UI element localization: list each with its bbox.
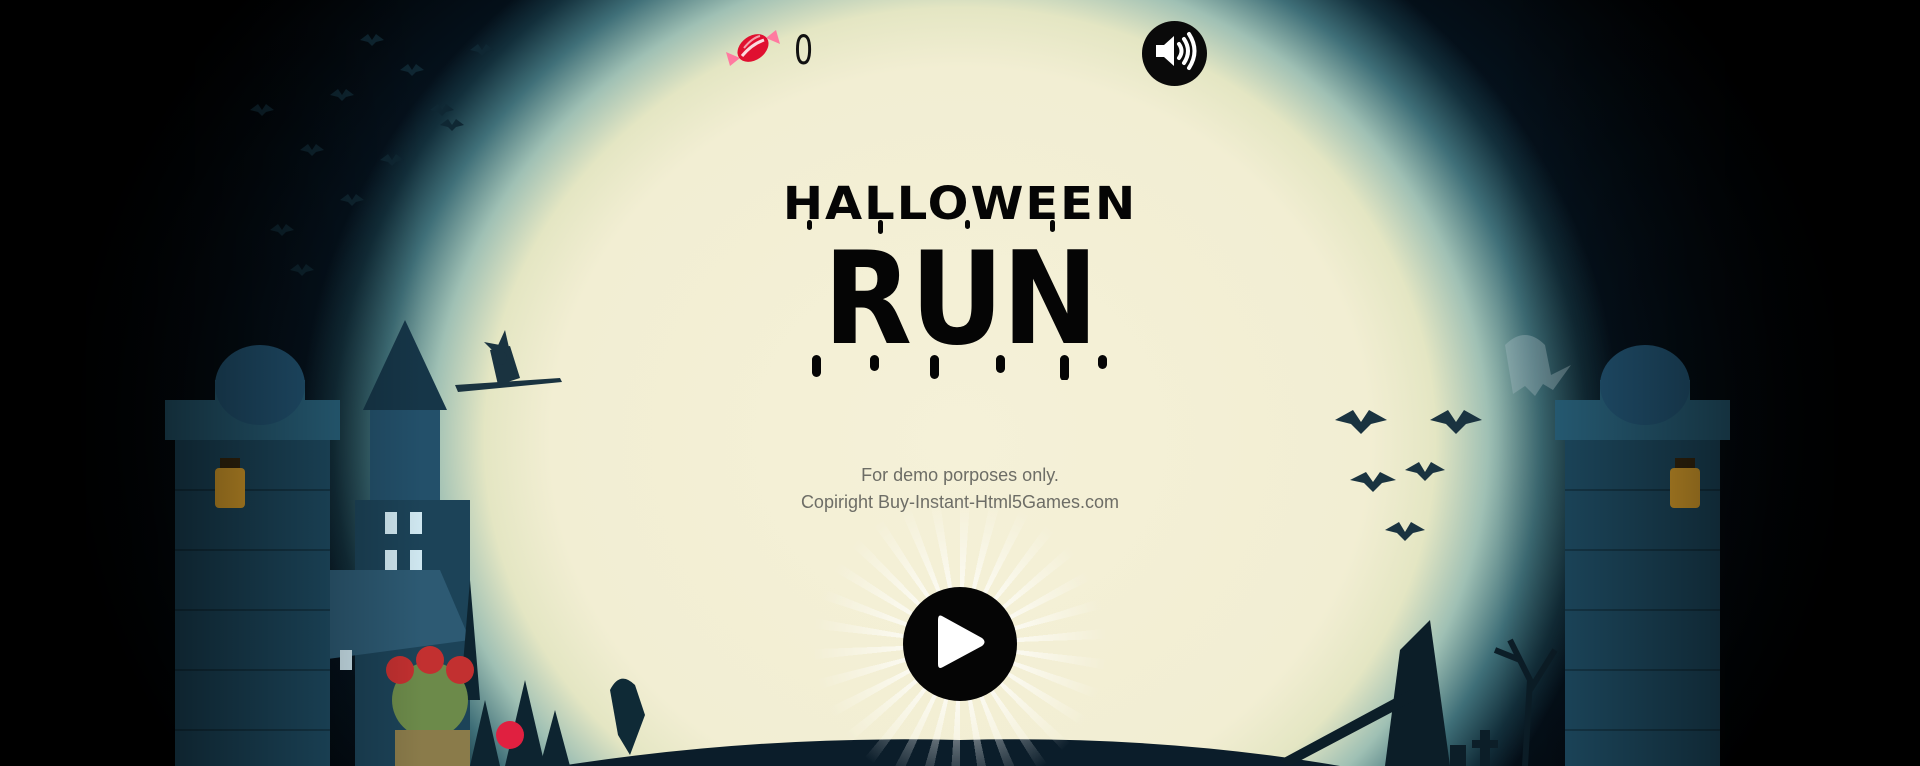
executioner-icon bbox=[1280, 620, 1450, 766]
bats-right-icon bbox=[1335, 410, 1482, 541]
candy-counter: 0 bbox=[724, 22, 819, 79]
gate-pillar-left bbox=[165, 345, 340, 766]
bats-flock-left-icon bbox=[250, 34, 494, 276]
speaker-on-icon bbox=[1152, 31, 1198, 76]
sound-toggle-button[interactable] bbox=[1142, 21, 1207, 86]
dead-tree bbox=[1493, 638, 1558, 766]
play-button[interactable] bbox=[903, 587, 1017, 701]
gate-pillar-right bbox=[1555, 345, 1730, 766]
gravestones bbox=[1450, 730, 1498, 766]
clown-icon bbox=[386, 646, 524, 766]
demo-notice-line: For demo porposes only. bbox=[861, 465, 1059, 485]
play-icon bbox=[930, 610, 990, 679]
witch-icon bbox=[455, 330, 562, 392]
reaper-icon bbox=[610, 678, 645, 755]
game-screen: 0 HALLOWEEN RUN For demo porposes only. … bbox=[0, 0, 1920, 766]
ghost-icon bbox=[1505, 335, 1571, 396]
title-drips bbox=[807, 220, 1107, 380]
candy-count: 0 bbox=[794, 27, 814, 74]
candy-icon bbox=[724, 22, 782, 79]
game-title: HALLOWEEN RUN bbox=[760, 180, 1160, 380]
